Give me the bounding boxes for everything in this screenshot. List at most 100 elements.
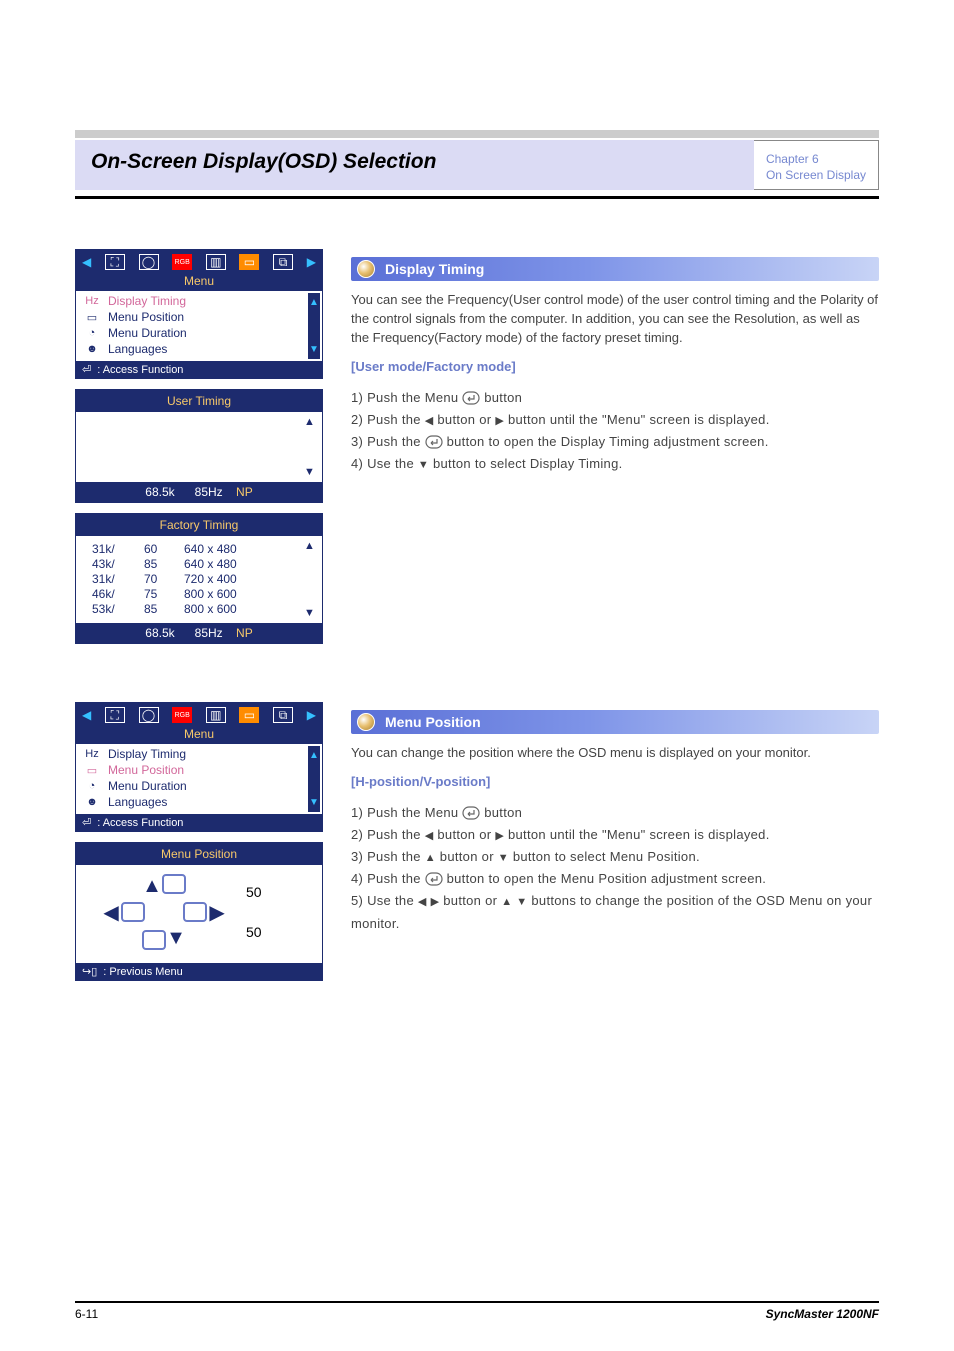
section-header-text: Menu Position — [385, 714, 481, 730]
menu-position-steps: 1) Push the Menu button2) Push the ◀ but… — [351, 802, 879, 935]
bullet-icon — [357, 260, 375, 278]
osd-tab-source-icon[interactable]: ⧉ — [273, 707, 293, 723]
osd-tab-source-icon[interactable]: ⧉ — [273, 254, 293, 270]
osd-item-languages[interactable]: ☻ Languages — [84, 341, 314, 357]
header-tab: Chapter 6 On Screen Display — [754, 140, 879, 190]
osd-item-menu-position[interactable]: ▭ Menu Position — [84, 762, 314, 778]
osd-nav-left-icon[interactable]: ◀ — [82, 255, 91, 269]
header-left: On-Screen Display(OSD) Selection — [75, 140, 754, 190]
osd-menu-position-title: Menu Position — [76, 843, 322, 865]
osd-footer: ⏎ : Access Function — [76, 814, 322, 831]
osd-item-label: Menu Duration — [108, 779, 187, 793]
timing-row: 53k/ 85 800 x 600 — [84, 602, 314, 617]
osd-user-timing: User Timing ▲ ▼ 68.5k 85Hz NP — [75, 389, 323, 503]
left-arrow-icon: ◀ — [103, 900, 118, 925]
timing-hz: 60 — [144, 542, 170, 556]
osd-scroll-indicator: ▲ ▼ — [308, 746, 320, 812]
product-name: SyncMaster 1200NF — [766, 1307, 879, 1321]
osd-tab-size-icon[interactable]: ◯ — [139, 254, 159, 270]
osd-item-label: Menu Duration — [108, 326, 187, 340]
hz-icon: Hz — [84, 295, 100, 307]
rate-value: 85Hz — [195, 626, 223, 640]
timing-res: 720 x 400 — [184, 572, 237, 586]
page-title: On-Screen Display(OSD) Selection — [91, 150, 738, 174]
timing-res: 640 x 480 — [184, 557, 237, 571]
osd-menu-body: Hz Display Timing ▭ Menu Position ◔ Menu… — [76, 291, 322, 361]
left-col-display-timing: ◀ ⛶ ◯ RGB ▥ ▭ ⧉ ▶ Menu Hz Display Timing — [75, 249, 323, 654]
section-header-text: Display Timing — [385, 261, 484, 277]
osd-item-label: Languages — [108, 795, 167, 809]
osd-item-display-timing[interactable]: Hz Display Timing — [84, 293, 314, 309]
osd-tab-screen-icon[interactable]: ▥ — [206, 707, 226, 723]
osd-tab-screen-icon[interactable]: ▥ — [206, 254, 226, 270]
osd-factory-timing-title: Factory Timing — [76, 514, 322, 536]
page-footer: 6-11 SyncMaster 1200NF — [75, 1301, 879, 1321]
osd-item-label: Menu Position — [108, 310, 184, 324]
step-line: 3) Push the ▲ button or ▼ button to sele… — [351, 846, 879, 868]
osd-tab-menu-icon[interactable]: ▭ — [239, 707, 259, 723]
osd-item-menu-position[interactable]: ▭ Menu Position — [84, 309, 314, 325]
step-line: 2) Push the ◀ button or ▶ button until t… — [351, 824, 879, 846]
osd-main-display-timing: ◀ ⛶ ◯ RGB ▥ ▭ ⧉ ▶ Menu Hz Display Timing — [75, 249, 323, 379]
enter-icon: ⏎ — [82, 816, 91, 829]
timing-row: 31k/ 70 720 x 400 — [84, 572, 314, 587]
osd-nav-right-icon[interactable]: ▶ — [307, 708, 316, 722]
osd-item-label: Display Timing — [108, 294, 186, 308]
language-icon: ☻ — [84, 796, 100, 808]
timing-res: 800 x 600 — [184, 602, 237, 616]
position-icon: ▭ — [84, 311, 100, 324]
down-arrow-icon: ▼ — [304, 466, 318, 478]
osd-tab-size-icon[interactable]: ◯ — [139, 707, 159, 723]
section-display-timing: ◀ ⛶ ◯ RGB ▥ ▭ ⧉ ▶ Menu Hz Display Timing — [75, 249, 879, 654]
right-col-menu-position: Menu Position You can change the positio… — [351, 702, 879, 934]
down-arrow-icon: ▼ — [309, 797, 319, 808]
step-line: 3) Push the button to open the Display T… — [351, 431, 879, 453]
osd-item-menu-duration[interactable]: ◔ Menu Duration — [84, 778, 314, 794]
display-timing-subtitle: [User mode/Factory mode] — [351, 358, 879, 377]
osd-item-menu-duration[interactable]: ◔ Menu Duration — [84, 325, 314, 341]
osd-menu-position-adjust: Menu Position ▲ ◀ ▶ ▼ 50 — [75, 842, 323, 981]
hz-icon: Hz — [84, 748, 100, 760]
osd-item-display-timing[interactable]: Hz Display Timing — [84, 746, 314, 762]
section-header-menu-position: Menu Position — [351, 710, 879, 734]
section-menu-position: ◀ ⛶ ◯ RGB ▥ ▭ ⧉ ▶ Menu Hz Display Timing — [75, 702, 879, 991]
timing-res: 800 x 600 — [184, 587, 237, 601]
step-line: 4) Push the button to open the Menu Posi… — [351, 868, 879, 890]
menu-position-v-value: 50 — [246, 924, 262, 940]
osd-item-label: Menu Position — [108, 763, 184, 777]
osd-menu-position-body: ▲ ◀ ▶ ▼ 50 50 — [76, 865, 322, 963]
osd-tab-position-icon[interactable]: ⛶ — [105, 707, 125, 723]
osd-item-languages[interactable]: ☻ Languages — [84, 794, 314, 810]
osd-tab-rgb-icon[interactable]: RGB — [172, 254, 192, 270]
osd-nav-left-icon[interactable]: ◀ — [82, 708, 91, 722]
osd-item-label: Display Timing — [108, 747, 186, 761]
timing-k: 53k/ — [92, 602, 130, 616]
osd-factory-timing-body: 31k/ 60 640 x 480 43k/ 85 640 x 480 31k/… — [76, 536, 322, 623]
osd-nav-right-icon[interactable]: ▶ — [307, 255, 316, 269]
osd-footer-prev: ↪▯ : Previous Menu — [76, 963, 322, 980]
osd-menu-title: Menu — [76, 274, 322, 291]
osd-user-timing-body: ▲ ▼ — [76, 412, 322, 482]
box-icon — [183, 902, 207, 922]
timing-row: 43k/ 85 640 x 480 — [84, 557, 314, 572]
menu-position-dpad[interactable]: ▲ ◀ ▶ ▼ — [104, 873, 224, 951]
up-arrow-icon: ▲ — [309, 297, 319, 308]
down-arrow-icon: ▼ — [309, 344, 319, 355]
header-tab-line-1: Chapter 6 — [766, 151, 866, 167]
up-arrow-icon: ▲ — [304, 416, 318, 428]
left-col-menu-position: ◀ ⛶ ◯ RGB ▥ ▭ ⧉ ▶ Menu Hz Display Timing — [75, 702, 323, 991]
down-arrow-icon: ▼ — [166, 927, 186, 950]
osd-tab-position-icon[interactable]: ⛶ — [105, 254, 125, 270]
osd-footer-text: : Previous Menu — [103, 966, 182, 978]
clock-icon: ◔ — [84, 780, 100, 792]
freq-value: 68.5k — [145, 485, 174, 499]
page-number: 6-11 — [75, 1307, 98, 1321]
down-arrow-icon: ▼ — [304, 607, 318, 619]
osd-tab-rgb-icon[interactable]: RGB — [172, 707, 192, 723]
osd-tab-menu-icon[interactable]: ▭ — [239, 254, 259, 270]
timing-res: 640 x 480 — [184, 542, 237, 556]
timing-row: 31k/ 60 640 x 480 — [84, 542, 314, 557]
timing-arrows: ▲ ▼ — [304, 540, 318, 619]
up-arrow-icon: ▲ — [309, 750, 319, 761]
osd-user-timing-footer: 68.5k 85Hz NP — [76, 482, 322, 502]
